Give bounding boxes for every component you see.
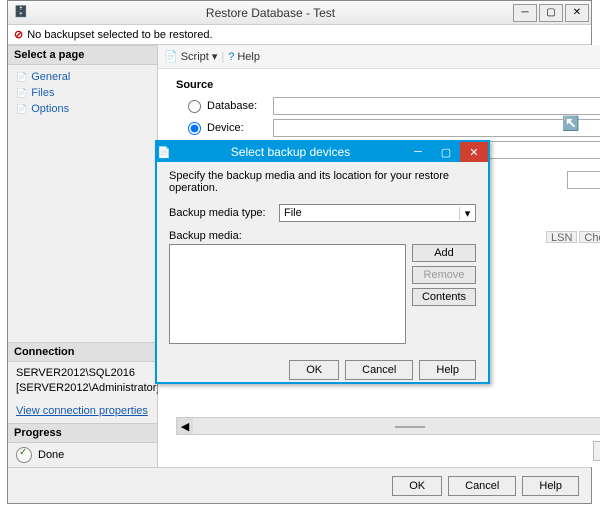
contents-button[interactable]: Contents <box>412 288 476 306</box>
scroll-thumb[interactable] <box>395 426 425 428</box>
media-type-label: Backup media type: <box>169 207 269 219</box>
connection-header: Connection <box>8 342 157 362</box>
modal-icon: 📄 <box>157 146 177 159</box>
device-radio-label: Device: <box>207 122 267 134</box>
modal-minimize-button[interactable]: ─ <box>404 142 432 162</box>
modal-close-button[interactable]: ✕ <box>460 142 488 162</box>
progress-done-icon <box>16 447 32 463</box>
chevron-down-icon: ▾ <box>459 207 475 220</box>
view-connection-link[interactable]: View connection properties <box>8 399 157 423</box>
warning-bar: ⊘ No backupset selected to be restored. <box>8 25 591 45</box>
timeline-field <box>567 171 600 189</box>
app-icon: 🗄️ <box>14 5 30 21</box>
sidebar: Select a page General Files Options Conn… <box>8 45 158 467</box>
device-field[interactable] <box>273 119 600 137</box>
scroll-left-icon[interactable]: ◀ <box>177 418 193 434</box>
main-titlebar[interactable]: 🗄️ Restore Database - Test ─ ▢ ✕ <box>8 1 591 25</box>
minimize-button[interactable]: ─ <box>513 4 537 22</box>
warning-text: No backupset selected to be restored. <box>27 29 212 41</box>
add-button[interactable]: Add <box>412 244 476 262</box>
modal-description: Specify the backup media and its locatio… <box>169 170 476 194</box>
connection-info: SERVER2012\SQL2016 [SERVER2012\Administr… <box>8 362 157 399</box>
modal-titlebar[interactable]: 📄 Select backup devices ─ ▢ ✕ <box>157 142 488 162</box>
select-backup-devices-dialog: 📄 Select backup devices ─ ▢ ✕ Specify th… <box>155 140 490 384</box>
device-radio[interactable] <box>188 122 201 135</box>
sidebar-item-general[interactable]: General <box>8 69 157 85</box>
media-list-label: Backup media: <box>169 230 476 242</box>
source-label: Source <box>176 79 600 91</box>
script-dropdown[interactable]: 📄 Script ▾ <box>164 50 217 63</box>
modal-cancel-button[interactable]: Cancel <box>345 360 413 380</box>
warning-icon: ⊘ <box>14 28 23 41</box>
remove-button[interactable]: Remove <box>412 266 476 284</box>
database-radio[interactable] <box>188 100 201 113</box>
modal-title-text: Select backup devices <box>177 145 404 159</box>
modal-maximize-button[interactable]: ▢ <box>432 142 460 162</box>
horizontal-scrollbar[interactable]: ◀ ▶ <box>176 417 600 435</box>
backup-media-listbox[interactable] <box>169 244 406 344</box>
verify-backup-button[interactable]: Verify Backup Media <box>593 441 600 461</box>
select-page-header: Select a page <box>8 45 157 65</box>
sidebar-item-options[interactable]: Options <box>8 101 157 117</box>
sidebar-item-files[interactable]: Files <box>8 85 157 101</box>
maximize-button[interactable]: ▢ <box>539 4 563 22</box>
modal-ok-button[interactable]: OK <box>289 360 339 380</box>
help-button[interactable]: ? Help <box>228 51 260 63</box>
modal-help-button[interactable]: Help <box>419 360 476 380</box>
database-combo[interactable] <box>273 97 600 115</box>
progress-status: Done <box>38 449 64 461</box>
col-lsn[interactable]: LSN <box>546 231 577 243</box>
close-button[interactable]: ✕ <box>565 4 589 22</box>
main-cancel-button[interactable]: Cancel <box>448 476 516 496</box>
database-radio-label: Database: <box>207 100 267 112</box>
main-ok-button[interactable]: OK <box>392 476 442 496</box>
media-type-select[interactable]: File▾ <box>279 204 476 222</box>
progress-header: Progress <box>8 423 157 443</box>
main-title-text: Restore Database - Test <box>30 6 511 20</box>
col-checkpoint-lsn[interactable]: Checkpoint LSN <box>579 231 600 243</box>
main-help-button[interactable]: Help <box>522 476 579 496</box>
